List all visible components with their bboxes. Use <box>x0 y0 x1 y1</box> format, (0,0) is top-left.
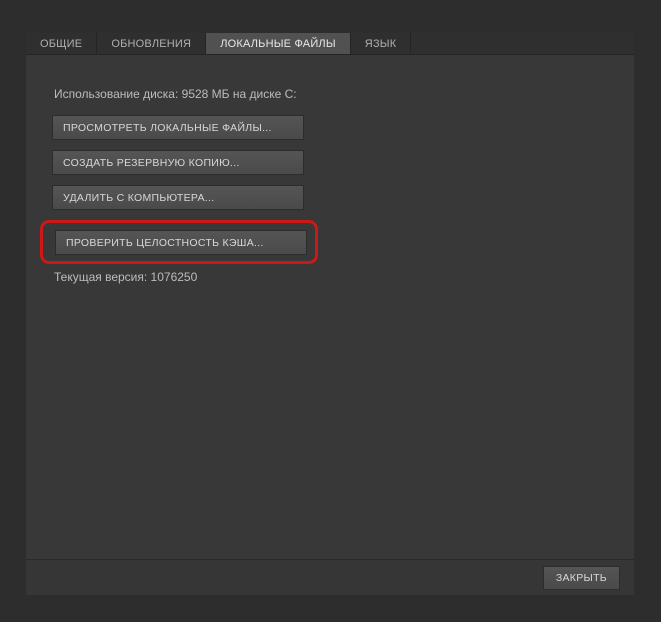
tab-updates[interactable]: ОБНОВЛЕНИЯ <box>97 33 206 54</box>
properties-window: ОБЩИЕ ОБНОВЛЕНИЯ ЛОКАЛЬНЫЕ ФАЙЛЫ ЯЗЫК Ис… <box>26 33 634 595</box>
disk-usage-text: Использование диска: 9528 МБ на диске C: <box>52 87 608 101</box>
delete-local-content-button[interactable]: УДАЛИТЬ С КОМПЬЮТЕРА... <box>52 185 304 210</box>
backup-game-files-button[interactable]: СОЗДАТЬ РЕЗЕРВНУЮ КОПИЮ... <box>52 150 304 175</box>
browse-local-files-button[interactable]: ПРОСМОТРЕТЬ ЛОКАЛЬНЫЕ ФАЙЛЫ... <box>52 115 304 140</box>
tab-general[interactable]: ОБЩИЕ <box>26 33 97 54</box>
tab-bar: ОБЩИЕ ОБНОВЛЕНИЯ ЛОКАЛЬНЫЕ ФАЙЛЫ ЯЗЫК <box>26 33 634 55</box>
dialog-footer: ЗАКРЫТЬ <box>26 559 634 595</box>
current-version-text: Текущая версия: 1076250 <box>52 270 608 284</box>
tab-language[interactable]: ЯЗЫК <box>351 33 412 54</box>
tab-bar-spacer <box>411 33 634 54</box>
close-button[interactable]: ЗАКРЫТЬ <box>543 566 620 590</box>
tab-content-local-files: Использование диска: 9528 МБ на диске C:… <box>26 55 634 559</box>
verify-cache-highlight: ПРОВЕРИТЬ ЦЕЛОСТНОСТЬ КЭША... <box>40 220 318 264</box>
tab-local-files[interactable]: ЛОКАЛЬНЫЕ ФАЙЛЫ <box>206 33 351 54</box>
verify-cache-integrity-button[interactable]: ПРОВЕРИТЬ ЦЕЛОСТНОСТЬ КЭША... <box>55 230 307 255</box>
